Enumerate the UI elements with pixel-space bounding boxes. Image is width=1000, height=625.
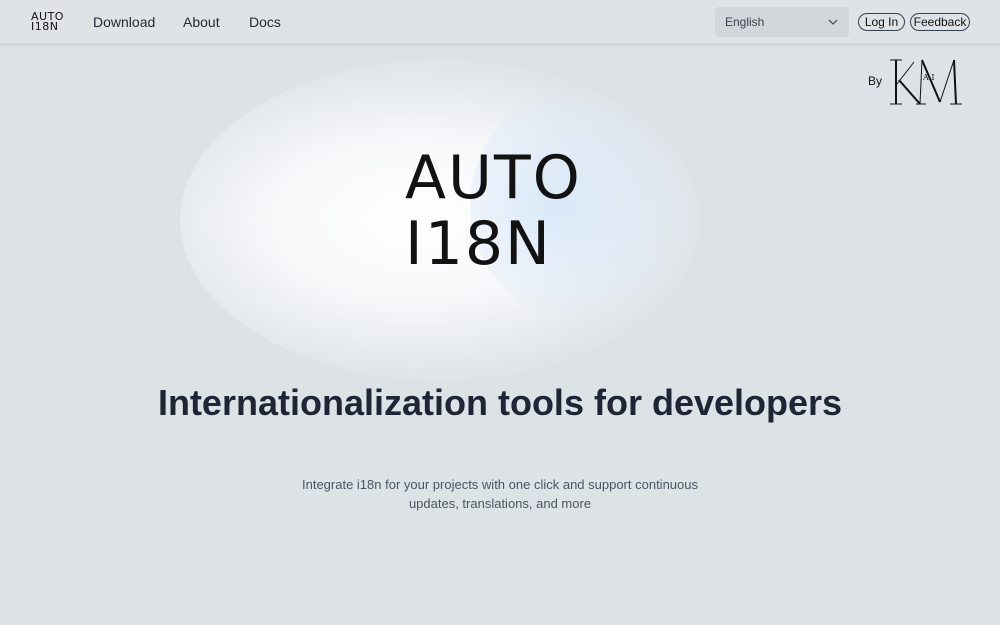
brand-logo[interactable]: AUTO I18N	[31, 11, 63, 33]
feedback-button[interactable]: Feedback	[910, 13, 970, 31]
chevron-down-icon	[828, 19, 838, 25]
nav-link-download[interactable]: Download	[93, 14, 155, 30]
by-label: By	[868, 74, 883, 88]
language-select-value: English	[725, 15, 765, 29]
nav-link-about[interactable]: About	[183, 14, 220, 30]
hero-subtext: Integrate i18n for your projects with on…	[301, 477, 698, 511]
nav-link-docs[interactable]: Docs	[249, 14, 281, 30]
hero-headline: Internationalization tools for developer…	[157, 382, 843, 423]
kam-logo[interactable]: A.I	[890, 56, 962, 108]
top-navigation-bar: AUTO I18N Download About Docs English Lo…	[0, 0, 1000, 43]
brand-logo-line2: I18N	[31, 20, 59, 33]
language-select[interactable]: English	[715, 7, 849, 37]
hero-logo-line1: AUTO	[405, 143, 582, 213]
hero-logo: AUTO I18N	[405, 145, 595, 277]
kam-logo-inner-text: A.I	[922, 73, 934, 82]
login-button[interactable]: Log In	[858, 13, 905, 31]
hero-logo-line2: I18N	[405, 209, 552, 279]
